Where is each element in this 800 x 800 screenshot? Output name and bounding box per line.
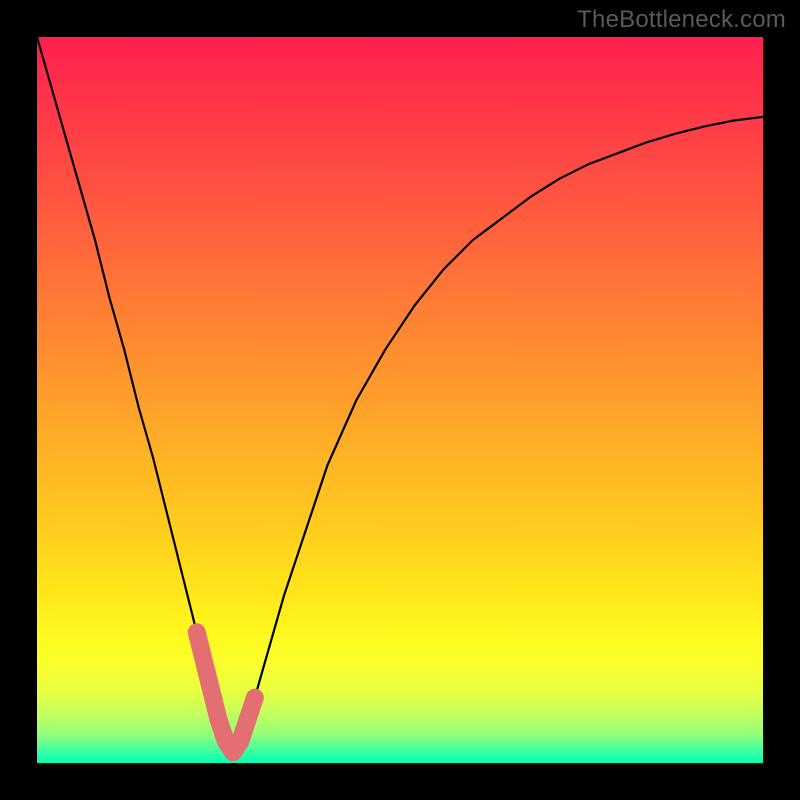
main-curve [37,37,763,752]
chart-frame: TheBottleneck.com [0,0,800,800]
watermark-text: TheBottleneck.com [577,6,786,34]
chart-overlay [37,37,763,763]
plot-area [37,37,763,763]
highlight-curve [197,632,255,752]
